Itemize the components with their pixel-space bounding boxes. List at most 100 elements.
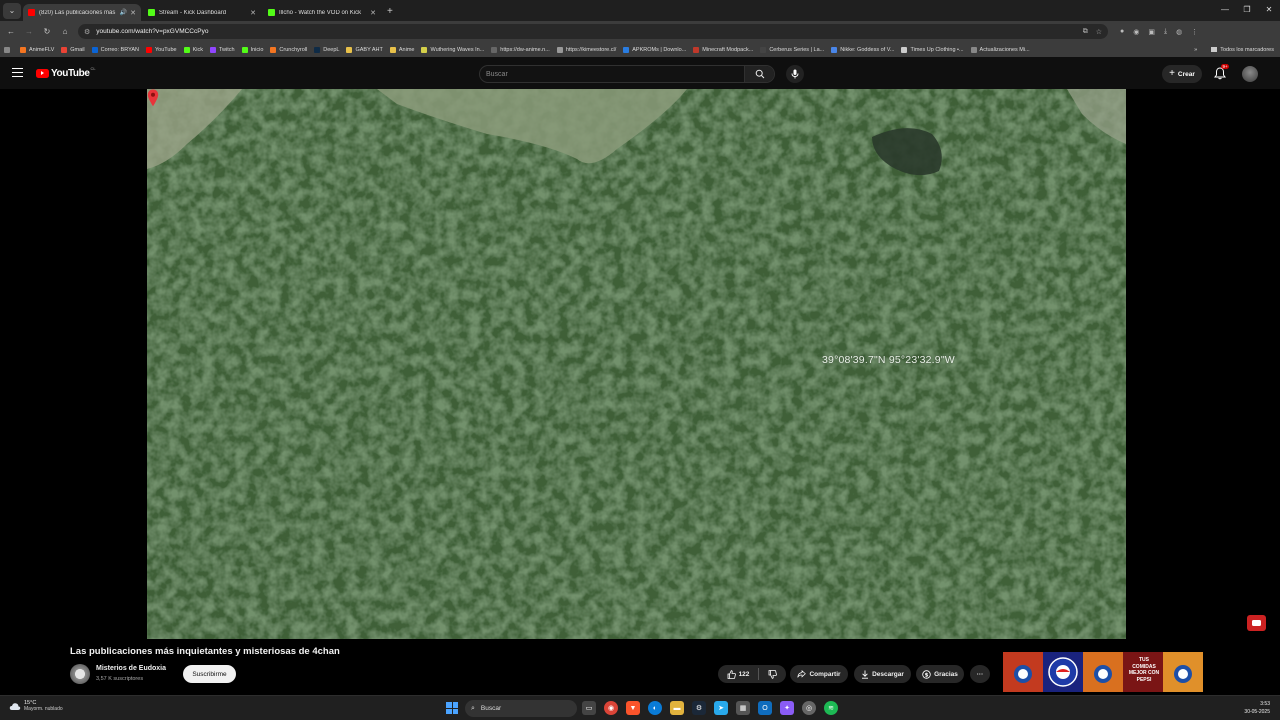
brave-icon[interactable]: ▼ [626,701,640,715]
video-player[interactable]: 39°08'39.7"N 95°23'32.9"W [147,89,1126,639]
bookmark-item[interactable]: Cerberus Series | La... [760,46,824,53]
bookmark-item[interactable]: https://dw-anime.n... [491,46,550,53]
voice-search-button[interactable] [786,65,804,83]
divider [758,668,760,680]
all-bookmarks-label[interactable]: Todos los marcadores [1220,47,1274,53]
minimize-icon[interactable]: — [1214,0,1236,21]
subscribe-button[interactable]: Suscribirme [183,665,236,683]
logo-wordmark: YouTube [51,68,90,79]
bookmark-item[interactable]: Twitch [209,46,235,53]
home-icon[interactable]: ⌂ [58,27,72,36]
weather-widget[interactable]: 15°C Mayorm. nublado [9,700,63,712]
close-tab-icon[interactable]: ✕ [250,9,256,17]
clock-time: 3:53 [1260,701,1270,707]
extension-icon[interactable]: ◉ [1133,28,1139,36]
bookmark-item[interactable]: Gmail [61,46,85,53]
puzzle-extensions-icon[interactable]: ▣ [1148,28,1155,36]
tab-kick-dashboard[interactable]: Stream - Kick Dashboard ✕ [143,4,261,21]
url-omnibox[interactable]: ⚙ youtube.com/watch?v=pxGVMCCcPyo ⧉ ☆ [78,24,1108,39]
bookmark-item[interactable]: Minecraft Modpack... [693,46,753,53]
notifications-button[interactable]: 9+ [1214,64,1230,81]
bookmark-item[interactable]: Correo: BRYAN [91,46,139,53]
youtube-logo[interactable]: YouTube CL [36,66,96,79]
search-button[interactable] [744,66,774,82]
map-coordinates-label: 39°08'39.7"N 95°23'32.9"W [822,354,955,366]
close-tab-icon[interactable]: ✕ [370,9,376,17]
account-avatar[interactable] [1242,66,1258,82]
extension-icon[interactable]: ● [1120,28,1124,36]
profile-icon[interactable]: ◍ [1176,28,1182,36]
bookmark-item[interactable]: APKROMs | Downlo... [623,46,686,53]
site-info-icon[interactable]: ⚙ [84,28,90,36]
spotify-icon[interactable]: ≋ [824,701,838,715]
reload-icon[interactable]: ↻ [40,27,54,36]
install-app-icon[interactable]: ⧉ [1083,28,1088,36]
tab-search-icon[interactable]: ⌄ [3,2,21,19]
channel-name[interactable]: Misterios de Eudoxia [96,665,166,672]
search-icon [755,69,764,79]
bookmarks-more-icon[interactable]: » [1194,47,1197,53]
apps-grid-icon[interactable] [4,46,13,53]
bookmark-item[interactable]: Crunchyroll [270,46,307,53]
tab-kick-vod[interactable]: Illcho - Watch the VOD on Kick ✕ [263,4,381,21]
bookmark-item[interactable]: Anime [389,46,414,53]
download-icon [862,670,869,679]
pepsi-ad-banner[interactable]: TUS COMIDAS MEJOR CON PEPSI [1003,652,1203,692]
task-view-icon[interactable]: ▭ [582,701,596,715]
bookmark-item[interactable]: Wuthering Waves In... [421,46,484,53]
thumbs-down-icon[interactable] [768,669,778,679]
app-icon[interactable]: ◎ [802,701,816,715]
close-window-icon[interactable]: ✕ [1258,0,1280,21]
bookmark-item[interactable]: Actualizaciones Mi... [970,46,1030,53]
bookmark-item[interactable]: DeepL [314,46,339,53]
speaker-icon[interactable]: 🔊 [120,9,127,16]
folder-icon [1211,47,1218,52]
window-controls: — ❐ ✕ [1214,0,1280,21]
search-input[interactable] [486,68,736,80]
app-icon[interactable]: ✦ [780,701,794,715]
maximize-icon[interactable]: ❐ [1236,0,1258,21]
bookmark-item[interactable]: Kick [183,46,203,53]
close-tab-icon[interactable]: ✕ [130,9,136,17]
file-explorer-icon[interactable]: ▬ [670,701,684,715]
bookmark-favicon-icon [831,46,838,53]
bookmark-favicon-icon [20,46,26,53]
bookmark-item[interactable]: YouTube [145,46,177,53]
bookmark-item[interactable]: Times Up Clothing •... [901,46,964,53]
more-actions-button[interactable]: ··· [970,665,990,683]
create-button[interactable]: + Crear [1162,65,1202,83]
chrome-icon[interactable]: ◉ [604,701,618,715]
bookmark-star-icon[interactable]: ☆ [1096,28,1102,36]
store-icon[interactable]: ▦ [736,701,750,715]
taskbar-search[interactable]: ⌕ Buscar [465,700,577,717]
share-button[interactable]: Compartir [790,665,848,683]
bookmark-item[interactable]: Nikke: Goddess of V... [831,46,894,53]
system-tray-clock[interactable]: 3:53 30-05-2025 [1244,700,1270,716]
windows-taskbar: 15°C Mayorm. nublado ⌕ Buscar ▭ ◉ ▼ ◐ ▬ … [0,695,1280,720]
windows-start-icon[interactable] [446,702,458,714]
forward-arrow-icon[interactable]: → [22,27,36,36]
miniplayer-icon[interactable] [1247,615,1266,631]
edge-icon[interactable]: ◐ [648,701,662,715]
channel-avatar[interactable] [70,664,90,684]
like-count[interactable]: 122 [739,671,750,678]
steam-icon[interactable]: ⚙ [692,701,706,715]
bookmark-favicon-icon [91,46,98,53]
outlook-icon[interactable]: O [758,701,772,715]
download-icon[interactable]: ⤓ [1164,28,1167,36]
download-button[interactable]: Descargar [854,665,911,683]
bookmark-item[interactable]: AnimeFLV [20,46,54,53]
tab-youtube[interactable]: (820) Las publicaciones más 🔊 ✕ [23,4,141,21]
country-code: CL [90,66,96,71]
new-tab-plus-icon[interactable]: + [387,6,393,17]
menu-kebab-icon[interactable]: ⋮ [1191,28,1198,36]
thanks-button[interactable]: $ Gracias [916,665,964,683]
bookmark-item[interactable]: https://kimeestore.cl/ [556,46,616,53]
hamburger-menu-icon[interactable] [12,68,23,79]
like-dislike-group: 122 [718,665,786,683]
bookmark-item[interactable]: Inicio [241,46,263,53]
thumbs-up-icon[interactable] [727,669,736,679]
bookmark-item[interactable]: GABY AHT [346,46,383,53]
back-arrow-icon[interactable]: ← [4,27,18,36]
telegram-icon[interactable]: ➤ [714,701,728,715]
